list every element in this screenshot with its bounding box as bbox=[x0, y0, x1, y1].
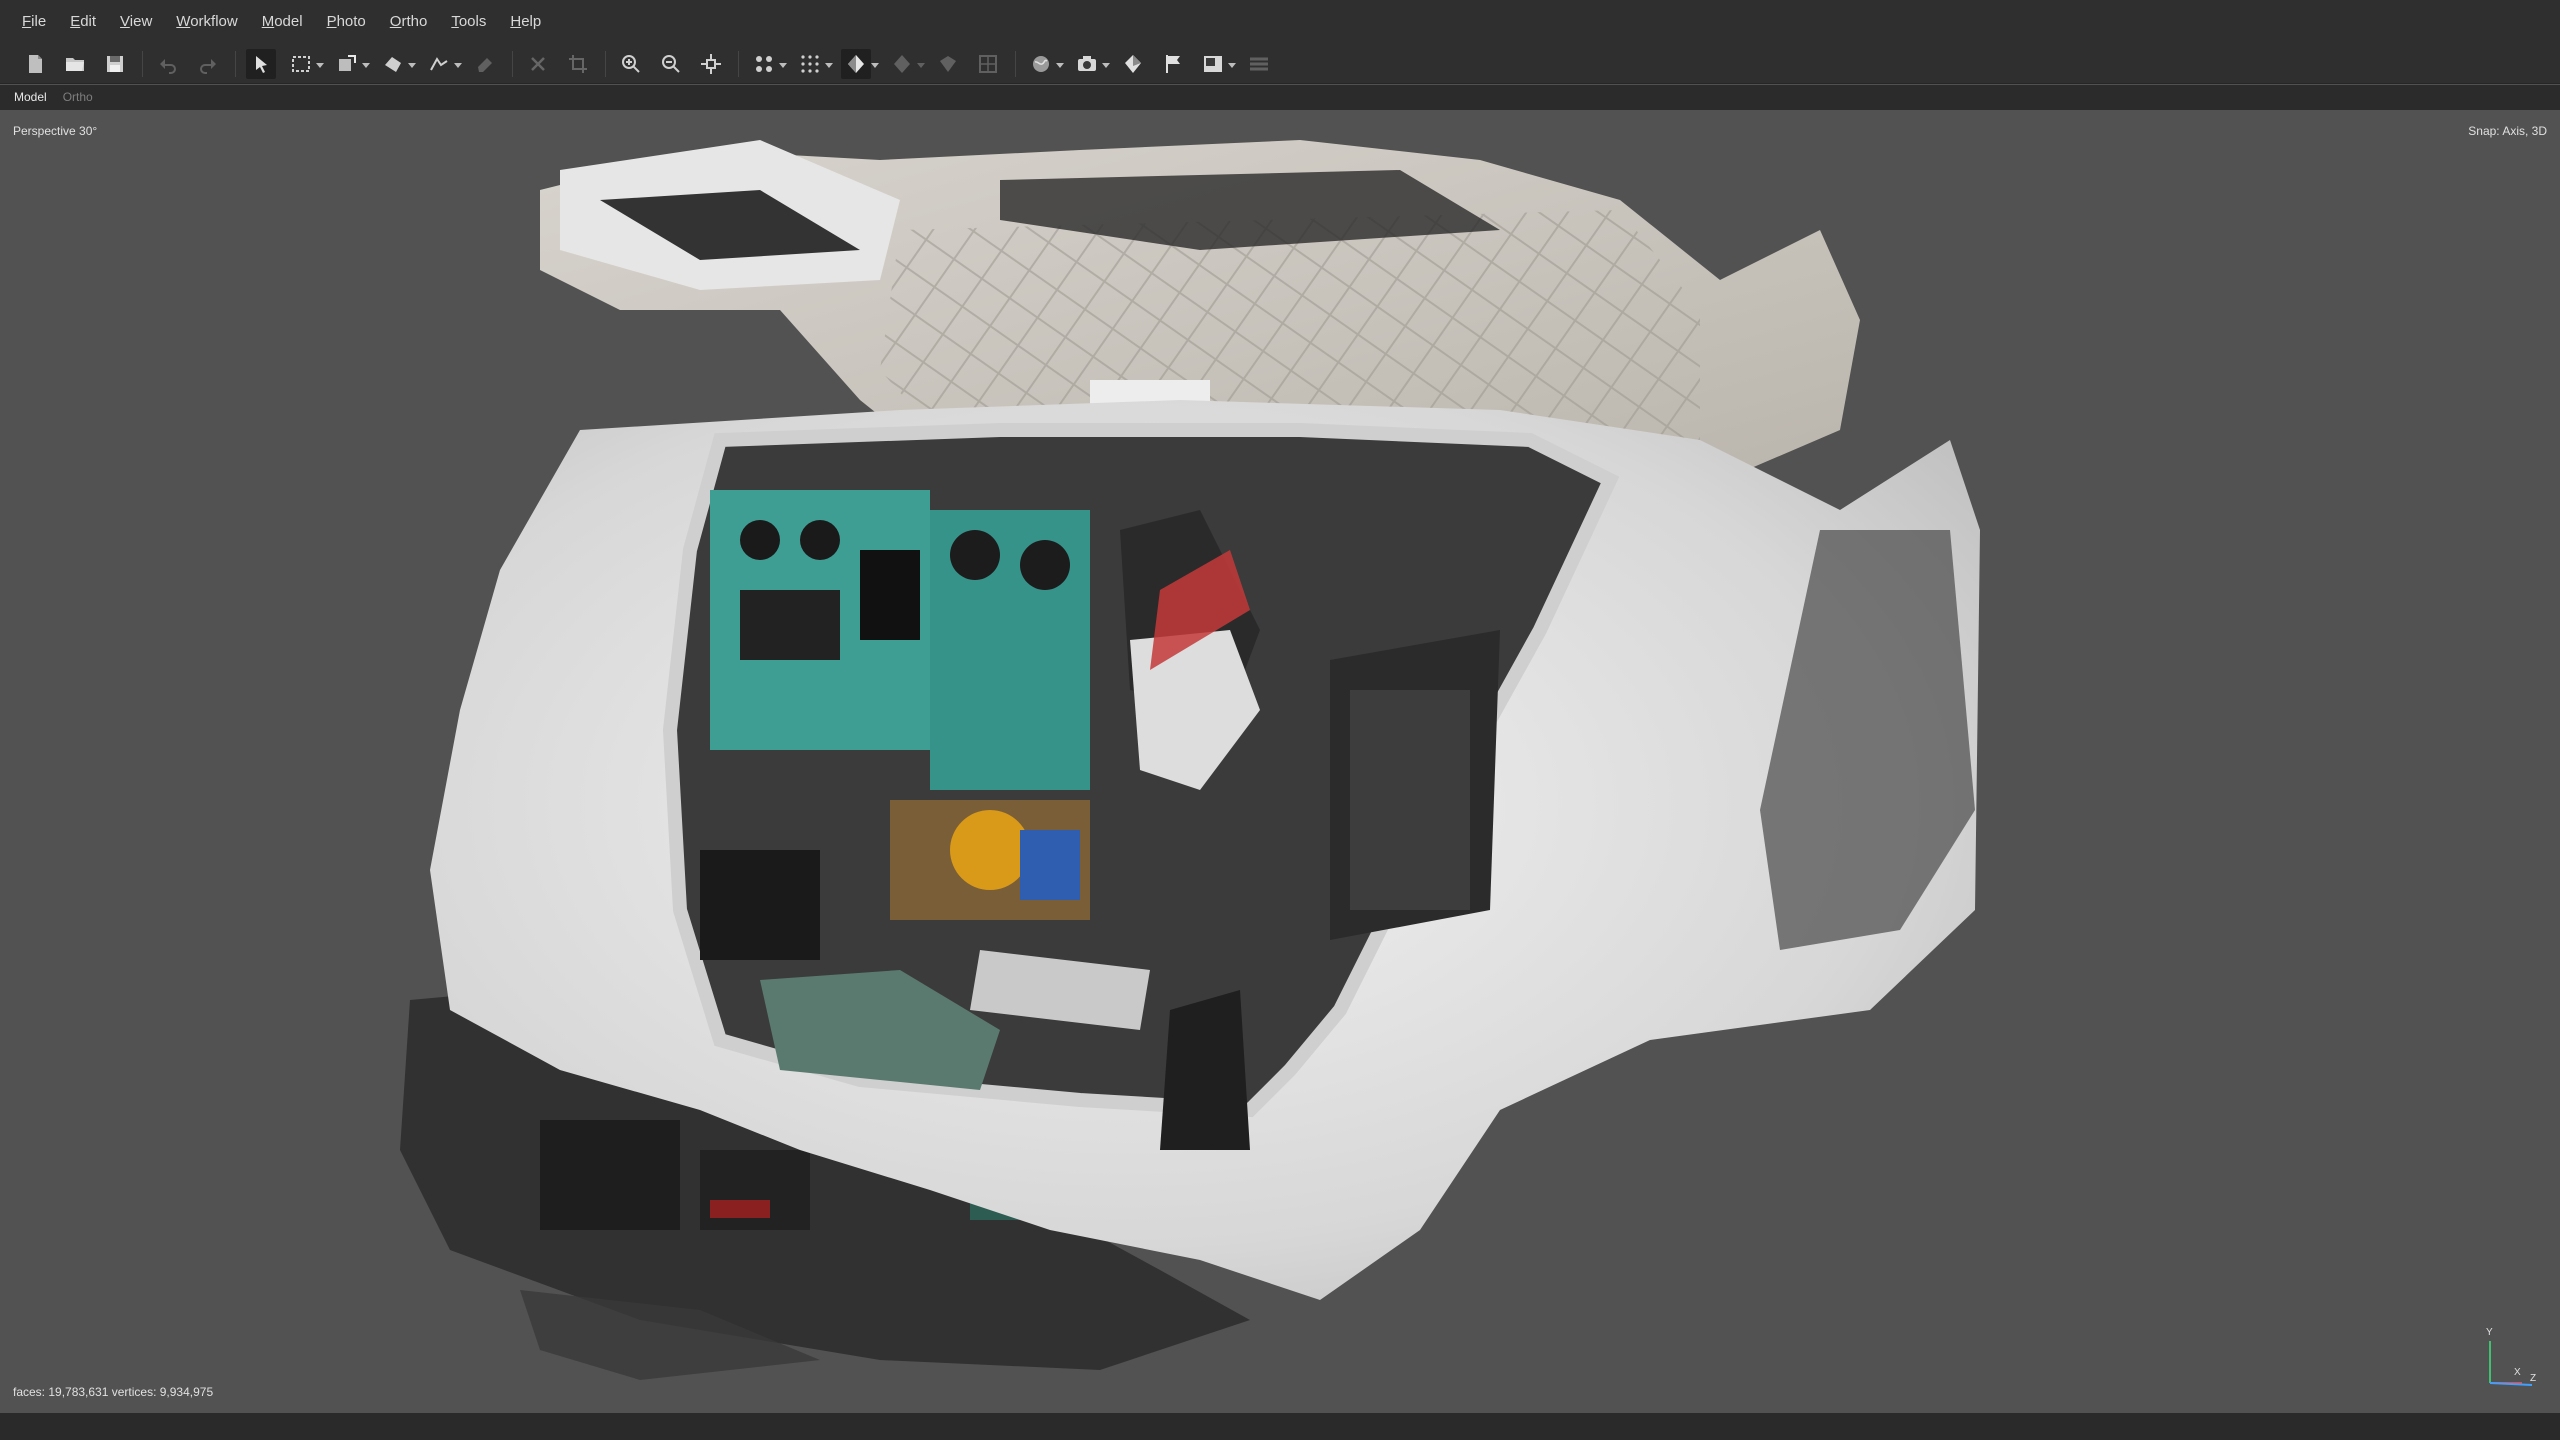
shaded-model-icon[interactable] bbox=[841, 48, 879, 79]
pointer-icon[interactable] bbox=[246, 48, 276, 79]
ruler-icon[interactable] bbox=[424, 49, 462, 79]
texture-icon[interactable] bbox=[933, 49, 963, 79]
toolbar-separator bbox=[235, 50, 236, 77]
axis-y-label: Y bbox=[2486, 1327, 2493, 1338]
model-viewport[interactable]: Perspective 30° Snap: Axis, 3D faces: 19… bbox=[0, 110, 2560, 1413]
toolbar bbox=[0, 44, 2560, 84]
zoom-out-icon[interactable] bbox=[656, 49, 686, 79]
menu-workflow[interactable]: Workflow bbox=[164, 0, 249, 44]
projection-label: Perspective 30° bbox=[13, 124, 98, 138]
rectangle-selection-icon[interactable] bbox=[286, 49, 324, 79]
cameras-icon[interactable] bbox=[749, 49, 787, 79]
save-icon[interactable] bbox=[100, 49, 130, 79]
crop-icon[interactable] bbox=[563, 49, 593, 79]
axis-x-label: X bbox=[2514, 1367, 2521, 1378]
toolbar-separator bbox=[512, 50, 513, 77]
point-cloud-icon[interactable] bbox=[795, 49, 833, 79]
menu-view[interactable]: View bbox=[108, 0, 164, 44]
toolbar-separator bbox=[1015, 50, 1016, 77]
snap-label: Snap: Axis, 3D bbox=[2468, 124, 2547, 138]
menu-bar: File Edit View Workflow Model Photo Orth… bbox=[0, 0, 2560, 44]
image-icon[interactable] bbox=[1198, 49, 1236, 79]
toolbar-separator bbox=[142, 50, 143, 77]
toolbar-separator bbox=[605, 50, 606, 77]
menu-edit[interactable]: Edit bbox=[58, 0, 108, 44]
transform-region-icon[interactable] bbox=[332, 49, 370, 79]
flag-icon[interactable] bbox=[1158, 49, 1188, 79]
delete-icon[interactable] bbox=[523, 49, 553, 79]
open-folder-icon[interactable] bbox=[60, 49, 90, 79]
tab-model[interactable]: Model bbox=[6, 85, 55, 110]
tab-ortho[interactable]: Ortho bbox=[55, 85, 101, 110]
shape-icon[interactable] bbox=[378, 49, 416, 79]
axis-z-label: Z bbox=[2530, 1373, 2536, 1384]
status-bar bbox=[0, 1413, 2560, 1440]
markers-icon[interactable] bbox=[1118, 49, 1148, 79]
toolbar-separator bbox=[738, 50, 739, 77]
layers-icon[interactable] bbox=[1244, 49, 1274, 79]
menu-ortho[interactable]: Ortho bbox=[378, 0, 440, 44]
zoom-in-icon[interactable] bbox=[616, 49, 646, 79]
axis-z-line bbox=[2489, 1382, 2533, 1386]
eraser-icon[interactable] bbox=[470, 49, 500, 79]
reset-view-icon[interactable] bbox=[696, 49, 726, 79]
axis-gizmo: Y X Z bbox=[2486, 1327, 2536, 1386]
globe-icon[interactable] bbox=[1026, 49, 1064, 79]
camera-icon[interactable] bbox=[1072, 49, 1110, 79]
menu-photo[interactable]: Photo bbox=[315, 0, 378, 44]
menu-tools[interactable]: Tools bbox=[439, 0, 498, 44]
menu-model[interactable]: Model bbox=[250, 0, 315, 44]
undo-icon[interactable] bbox=[153, 49, 183, 79]
solid-model-icon[interactable] bbox=[887, 49, 925, 79]
new-document-icon[interactable] bbox=[20, 49, 50, 79]
view-tabs: Model Ortho bbox=[0, 85, 2560, 110]
cockpit-3d-model[interactable] bbox=[0, 110, 2560, 1413]
tiled-model-icon[interactable] bbox=[973, 49, 1003, 79]
model-stats: faces: 19,783,631 vertices: 9,934,975 bbox=[13, 1385, 214, 1399]
redo-icon[interactable] bbox=[193, 49, 223, 79]
menu-file[interactable]: File bbox=[10, 0, 58, 44]
menu-help[interactable]: Help bbox=[498, 0, 553, 44]
